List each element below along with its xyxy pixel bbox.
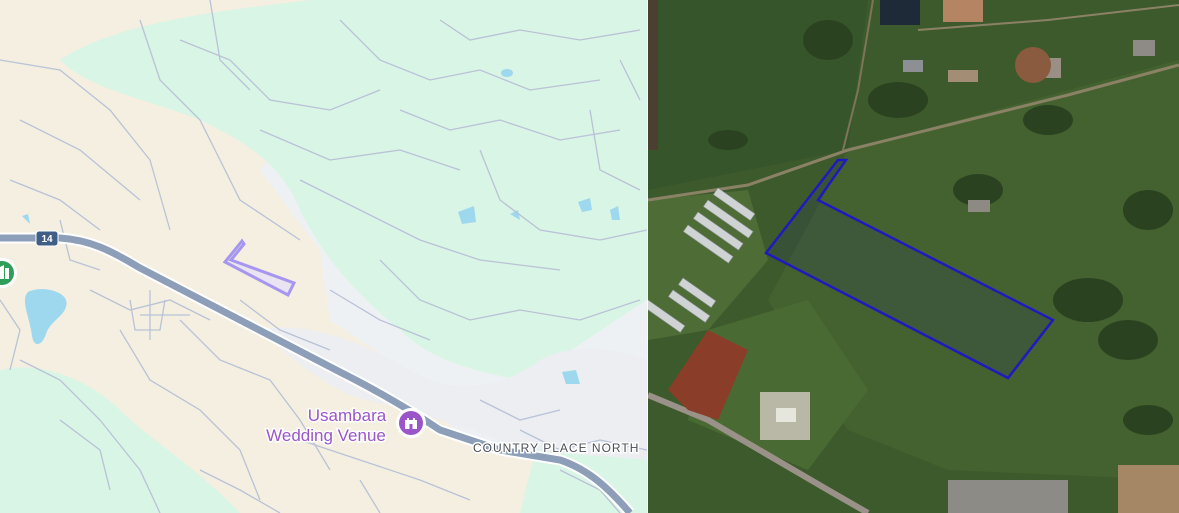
house <box>948 70 978 82</box>
dirt-plot <box>1015 47 1051 83</box>
poi-name-line2: Wedding Venue <box>266 426 386 445</box>
pond <box>501 69 513 77</box>
road-label: COUNTRY PLACE NORTH <box>473 441 639 455</box>
building <box>880 0 920 25</box>
poi-name-line1: Usambara <box>308 406 387 425</box>
route-shield: 14 <box>35 230 59 247</box>
satellite-canvas[interactable] <box>648 0 1179 513</box>
house <box>1133 40 1155 56</box>
house <box>968 200 990 212</box>
route-shield-number: 14 <box>41 234 53 245</box>
split-map-view: 14 Usambara Wedding Venue COUNTRY PLACE … <box>0 0 1179 513</box>
building <box>943 0 983 22</box>
settlement <box>1118 465 1179 513</box>
house <box>903 60 923 72</box>
facility-building <box>776 408 796 422</box>
road-map-canvas[interactable]: 14 Usambara Wedding Venue COUNTRY PLACE … <box>0 0 647 513</box>
road-map-pane[interactable]: 14 Usambara Wedding Venue COUNTRY PLACE … <box>0 0 647 513</box>
settlement <box>948 480 1068 513</box>
edge-strip <box>648 0 658 150</box>
satellite-pane[interactable] <box>648 0 1179 513</box>
